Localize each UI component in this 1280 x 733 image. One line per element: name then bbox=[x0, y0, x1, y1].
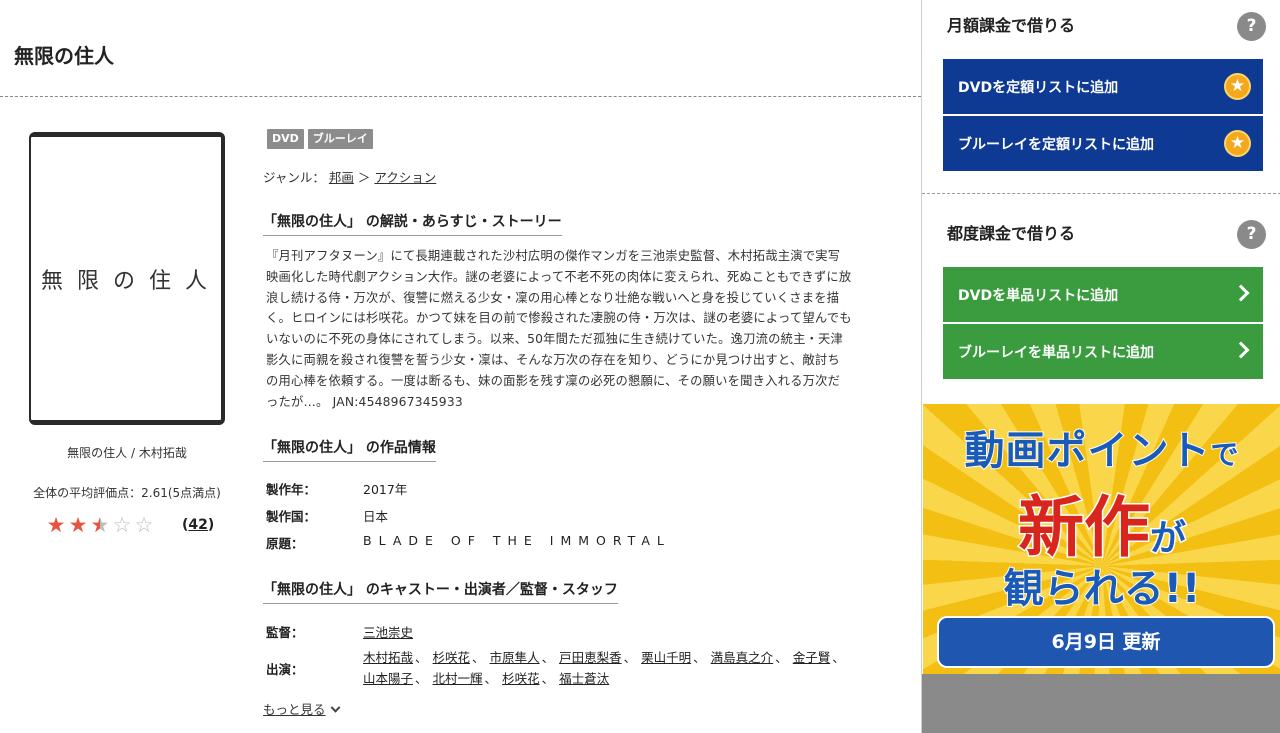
promo-banner[interactable]: 動画ポイントで 新作が 観られる!! 6月9日 更新 bbox=[923, 404, 1280, 674]
chevron-right-icon bbox=[1232, 341, 1250, 359]
genre-separator: ＞ bbox=[357, 170, 371, 185]
button-label: DVDを定額リストに追加 bbox=[958, 79, 1119, 96]
cast-member-link[interactable]: 杉咲花 bbox=[502, 671, 540, 686]
format-tags: DVD ブルーレイ bbox=[267, 129, 373, 149]
cast-separator: 、 bbox=[623, 650, 637, 665]
cast-separator: 、 bbox=[832, 650, 845, 665]
cast-separator: 、 bbox=[415, 671, 428, 686]
star-icon: ★ bbox=[90, 513, 110, 537]
cast-separator: 、 bbox=[415, 650, 428, 665]
add-dvd-monthly-list-button[interactable]: DVDを定額リストに追加 ★ bbox=[943, 59, 1263, 114]
cast-member-link[interactable]: 山本陽子 bbox=[363, 671, 413, 686]
star-icon: ☆ bbox=[112, 513, 132, 537]
cover-caption: 無限の住人 / 木村拓哉 bbox=[67, 446, 187, 460]
synopsis-heading: 「無限の住人」 の解説・あらすじ・ストーリー bbox=[263, 211, 562, 236]
more-cast-link[interactable]: もっと見る bbox=[263, 699, 340, 718]
star-badge-icon: ★ bbox=[1224, 130, 1251, 157]
cast-separator: 、 bbox=[484, 671, 498, 686]
cast-member-link[interactable]: 木村拓哉 bbox=[363, 650, 413, 665]
chevron-down-icon bbox=[330, 702, 340, 713]
star-icon: ★ bbox=[68, 513, 88, 537]
monthly-help-icon[interactable]: ? bbox=[1237, 12, 1266, 41]
cast-member-link[interactable]: 市原隼人 bbox=[490, 650, 540, 665]
main-content: 無限の住人 無限の住人 無限の住人 / 木村拓哉 全体の平均評価点：2.61(5… bbox=[0, 0, 921, 733]
banner-line-1-small: で bbox=[1209, 437, 1240, 472]
cast-separator: 、 bbox=[541, 671, 555, 686]
cover-inner: 無限の住人 bbox=[31, 137, 221, 420]
info-value: 日本 bbox=[363, 509, 389, 524]
more-cast-label: もっと見る bbox=[263, 702, 326, 717]
add-bluray-single-list-button[interactable]: ブルーレイを単品リストに追加 bbox=[943, 324, 1263, 379]
sidebar: 月額課金で借りる ? DVDを定額リストに追加 ★ ブルーレイを定額リストに追加… bbox=[921, 0, 1280, 733]
cast-label: 出演： bbox=[266, 662, 304, 677]
button-label: ブルーレイを定額リストに追加 bbox=[958, 136, 1154, 153]
cast-separator: 、 bbox=[472, 650, 485, 665]
work-info-heading: 「無限の住人」 の作品情報 bbox=[263, 437, 436, 462]
add-dvd-single-list-button[interactable]: DVDを単品リストに追加 bbox=[943, 267, 1263, 322]
banner-line-3: 観られる!! bbox=[1003, 565, 1201, 613]
sidebar-divider bbox=[922, 193, 1280, 194]
genre-link-hougaku[interactable]: 邦画 bbox=[329, 170, 354, 185]
format-tag-dvd: DVD bbox=[267, 129, 304, 149]
cast-member-link[interactable]: 栗山千明 bbox=[641, 650, 691, 665]
banner-line-2-small: が bbox=[1148, 517, 1187, 561]
cast-separator: 、 bbox=[541, 650, 555, 665]
cast-member-link[interactable]: 杉咲花 bbox=[433, 650, 471, 665]
banner-date: 6月9日 更新 bbox=[937, 616, 1275, 668]
info-value: 2017年 bbox=[363, 482, 408, 497]
cast-list: 木村拓哉、杉咲花、市原隼人、戸田恵梨香、栗山千明、満島真之介、金子賢 、山本陽子、… bbox=[363, 647, 853, 689]
title-divider bbox=[0, 96, 921, 97]
cast-member-link[interactable]: 福士蒼汰 bbox=[559, 671, 609, 686]
cast-member-link[interactable]: 満島真之介 bbox=[711, 650, 774, 665]
synopsis-text: 『月刊アフタヌーン』にて長期連載された沙村広明の傑作マンガを三池崇史監督、木村拓… bbox=[266, 249, 852, 409]
banner-line-2-main: 新作 bbox=[1016, 488, 1151, 568]
add-bluray-monthly-list-button[interactable]: ブルーレイを定額リストに追加 ★ bbox=[943, 116, 1263, 171]
single-help-icon[interactable]: ? bbox=[1237, 220, 1266, 249]
rating-stars: ★ ★ ★ ☆ ☆ bbox=[45, 513, 155, 537]
star-badge-icon: ★ bbox=[1224, 73, 1251, 100]
format-tag-bluray: ブルーレイ bbox=[307, 129, 373, 149]
review-count: (42) bbox=[182, 517, 214, 533]
star-icon: ☆ bbox=[134, 513, 154, 537]
cover-title-text: 無限の住人 bbox=[41, 268, 222, 294]
director-value: 三池崇史 bbox=[363, 622, 413, 641]
director-label: 監督： bbox=[266, 625, 304, 640]
info-label: 製作国： bbox=[266, 509, 317, 524]
monthly-rental-heading: 月額課金で借りる bbox=[947, 16, 1076, 35]
cover-image[interactable]: 無限の住人 bbox=[29, 132, 225, 425]
star-icon: ★ bbox=[46, 513, 66, 537]
banner-line-1-main: 動画ポイント bbox=[963, 427, 1211, 475]
sidebar-footer bbox=[922, 674, 1280, 733]
review-count-link[interactable]: 42 bbox=[188, 517, 207, 533]
cast-member-link[interactable]: 戸田恵梨香 bbox=[559, 650, 622, 665]
button-label: DVDを単品リストに追加 bbox=[958, 287, 1119, 304]
genre-link-action[interactable]: アクション bbox=[374, 170, 436, 185]
button-label: ブルーレイを単品リストに追加 bbox=[958, 344, 1154, 361]
single-rental-heading: 都度課金で借りる bbox=[947, 224, 1076, 243]
genre-breadcrumb: ジャンル： 邦画 ＞ アクション bbox=[263, 167, 436, 186]
cast-separator: 、 bbox=[693, 650, 706, 665]
cast-member-link[interactable]: 金子賢 bbox=[793, 650, 831, 665]
cast-member-link[interactable]: 北村一輝 bbox=[433, 671, 483, 686]
cast-separator: 、 bbox=[775, 650, 788, 665]
page-title: 無限の住人 bbox=[14, 44, 114, 68]
average-rating-text: 全体の平均評価点：2.61(5点満点) bbox=[33, 486, 221, 500]
info-label: 原題： bbox=[266, 536, 304, 551]
info-value: BLADE OF THE IMMORTAL bbox=[363, 533, 671, 548]
banner-line-1: 動画ポイントで bbox=[923, 418, 1280, 476]
director-link[interactable]: 三池崇史 bbox=[363, 625, 413, 640]
info-label: 製作年： bbox=[266, 482, 317, 497]
review-count-close: ) bbox=[207, 517, 215, 533]
cast-heading: 「無限の住人」 のキャストー・出演者／監督・スタッフ bbox=[263, 579, 618, 604]
genre-label: ジャンル： bbox=[263, 170, 325, 185]
chevron-right-icon bbox=[1232, 284, 1250, 302]
